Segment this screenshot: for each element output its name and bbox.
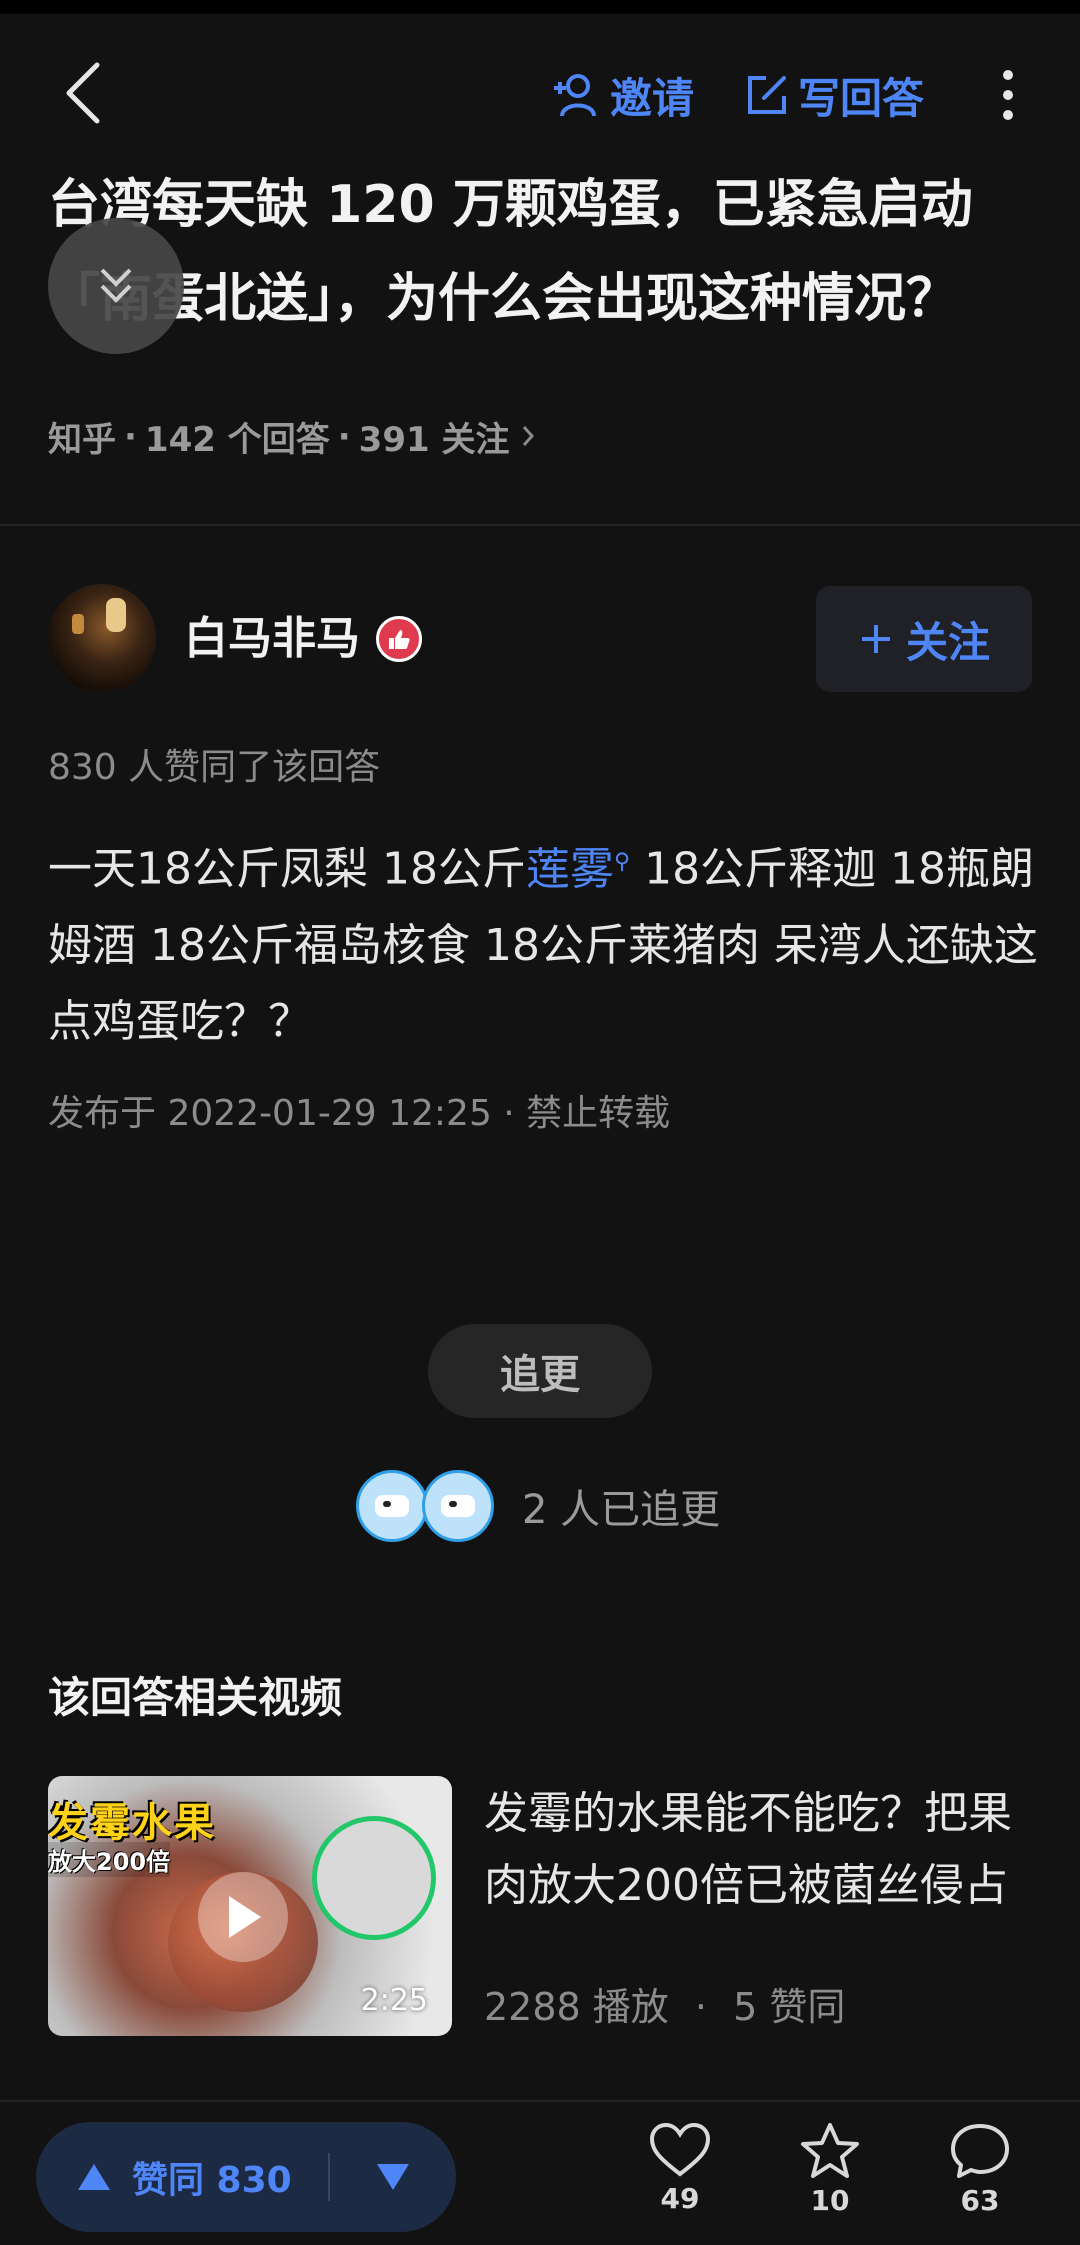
write-answer-label: 写回答 xyxy=(798,73,925,123)
write-answer-button[interactable]: 写回答 xyxy=(744,62,924,128)
upvote-summary: 830 人赞同了该回答 xyxy=(48,747,381,788)
status-bar xyxy=(0,0,1080,14)
dog-avatar-icon xyxy=(375,1495,409,1517)
video-likes: 5 赞同 xyxy=(733,1985,846,2029)
video-title[interactable]: 发霉的水果能不能吃？把果肉放大200倍已被菌丝侵占 xyxy=(484,1778,1044,1922)
comment-bubble-icon xyxy=(951,2124,1009,2178)
upvote-label: 赞同 830 xyxy=(132,2160,292,2201)
dog-nose-icon xyxy=(383,1501,391,1507)
plus-icon xyxy=(861,625,890,653)
thumbnail-title-text: 发霉水果 xyxy=(48,1800,216,1846)
answer-search-link[interactable]: 莲雾⚲ xyxy=(526,844,630,895)
follow-author-button[interactable]: 关注 xyxy=(816,586,1032,692)
triangle-up-icon xyxy=(78,2164,110,2190)
search-icon: ⚲ xyxy=(613,849,631,874)
more-options-button[interactable] xyxy=(988,62,1028,128)
triangle-down-icon xyxy=(376,2164,409,2190)
question-title[interactable]: 台湾每天缺 120 万颗鸡蛋，已紧急启动「南蛋北送」，为什么会出现这种情况？ xyxy=(48,158,1038,346)
section-divider xyxy=(0,524,1080,526)
like-count: 49 xyxy=(660,2182,700,2215)
edit-icon xyxy=(744,72,790,118)
dog-avatar-icon xyxy=(441,1495,475,1517)
avatar-lamp xyxy=(72,614,84,634)
follow-count: 391 关注 xyxy=(358,420,510,460)
related-videos-heading: 该回答相关视频 xyxy=(48,1673,343,1722)
favorite-button[interactable]: 10 xyxy=(780,2122,880,2232)
follow-updates-button[interactable]: 追更 xyxy=(428,1324,652,1418)
separator-dot: · xyxy=(694,1985,707,2029)
author-avatar[interactable] xyxy=(48,584,156,692)
downvote-button[interactable] xyxy=(330,2122,456,2232)
video-duration: 2:25 xyxy=(360,1983,428,2018)
publish-info: 发布于 2022-01-29 12:25 · 禁止转载 xyxy=(48,1093,671,1134)
double-chevron-down-icon xyxy=(100,268,132,303)
like-button[interactable]: 49 xyxy=(630,2122,730,2232)
separator-dot: · xyxy=(337,416,351,457)
answer-text-part-1: 一天18公斤凤梨 18公斤 xyxy=(48,843,526,895)
follow-label: 关注 xyxy=(905,617,990,667)
video-plays: 2288 播放 xyxy=(484,1985,669,2029)
followers-row[interactable]: 2 人已追更 xyxy=(356,1470,720,1542)
answer-link-text: 莲雾 xyxy=(525,843,614,895)
follower-avatar xyxy=(356,1470,428,1542)
question-source: 知乎 xyxy=(48,420,116,460)
vote-pill: 赞同 830 xyxy=(36,2122,456,2232)
avatar-lamp xyxy=(106,598,126,632)
thumbs-up-badge-icon xyxy=(376,616,422,662)
comment-count: 63 xyxy=(960,2184,1000,2217)
microscope-zoom-image xyxy=(312,1816,436,1940)
chevron-left-icon xyxy=(66,62,100,124)
heart-icon xyxy=(649,2122,711,2177)
follower-avatar xyxy=(422,1470,494,1542)
more-dot-icon xyxy=(1003,90,1013,100)
back-button[interactable] xyxy=(48,58,118,128)
question-meta[interactable]: 知乎 · 142 个回答 · 391 关注 xyxy=(48,412,535,461)
thumbnail-subtitle-text: 放大200倍 xyxy=(48,1842,171,1877)
add-person-icon xyxy=(552,72,602,118)
answer-page: 邀请 写回答 台湾每天缺 120 万颗鸡蛋，已紧急启动「南蛋北送」，为什么会出现… xyxy=(0,0,1080,2245)
comment-button[interactable]: 63 xyxy=(930,2122,1030,2232)
star-icon xyxy=(801,2123,859,2178)
upvote-button[interactable]: 赞同 830 xyxy=(36,2122,292,2232)
answer-count: 142 个回答 xyxy=(144,420,330,460)
video-thumbnail[interactable]: 发霉水果 放大200倍 2:25 xyxy=(48,1776,452,2036)
author-name[interactable]: 白马非马 xyxy=(184,606,360,672)
followers-text: 2 人已追更 xyxy=(522,1487,721,1533)
favorite-count: 10 xyxy=(810,2184,850,2217)
top-bar: 邀请 写回答 xyxy=(0,40,1080,150)
invite-label: 邀请 xyxy=(610,73,695,123)
separator-dot: · xyxy=(124,416,137,457)
invite-button[interactable]: 邀请 xyxy=(552,62,694,128)
answer-body: 一天18公斤凤梨 18公斤莲雾⚲ 18公斤释迦 18瓶朗姆酒 18公斤福岛核食 … xyxy=(48,824,1038,1060)
more-dot-icon xyxy=(1003,70,1013,80)
bottom-action-bar: 赞同 830 49 10 63 xyxy=(0,2100,1080,2245)
chevron-right-icon xyxy=(521,417,535,457)
video-stats: 2288 播放 · 5 赞同 xyxy=(484,1976,845,2031)
more-dot-icon xyxy=(1003,110,1013,120)
play-icon[interactable] xyxy=(198,1872,288,1962)
collapse-button[interactable] xyxy=(48,218,184,354)
dog-nose-icon xyxy=(449,1501,457,1507)
